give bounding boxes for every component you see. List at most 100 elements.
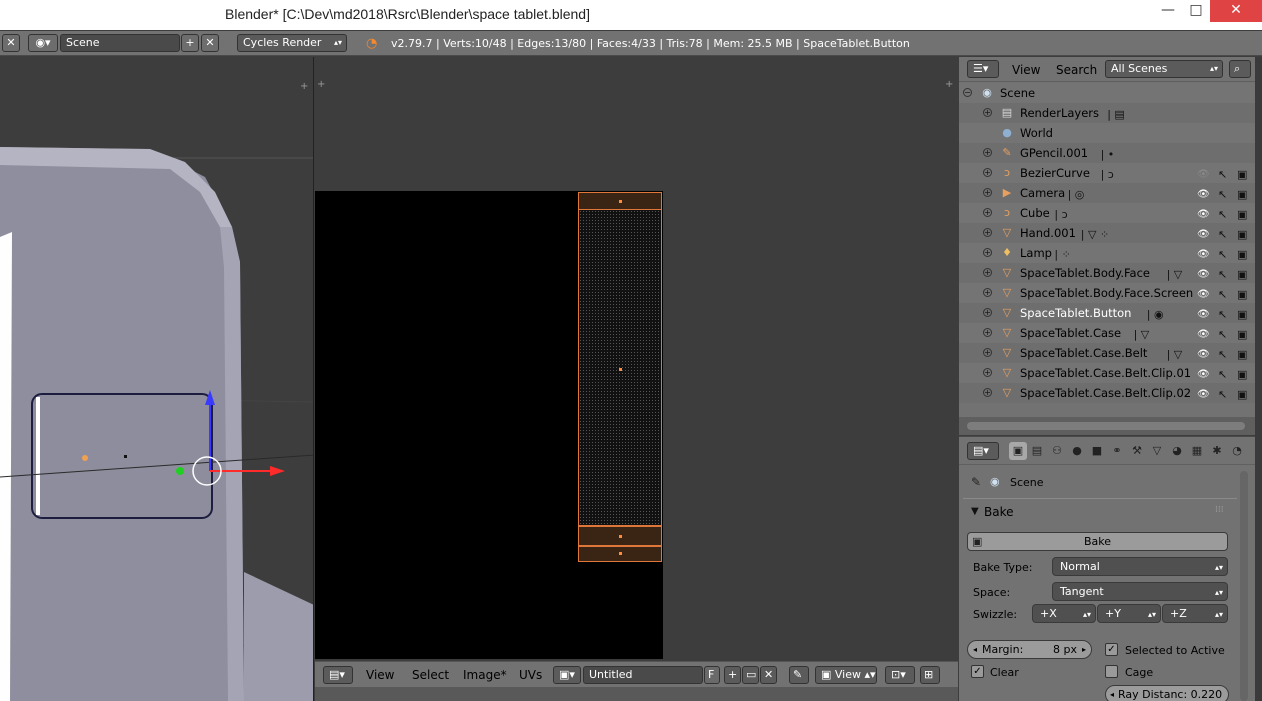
pin-icon[interactable]: ✎ xyxy=(789,666,809,684)
outliner-item[interactable]: + ♦ Lamp | ⁘ 👁 ↖ ▣ xyxy=(959,243,1255,263)
outliner-item[interactable]: + ▽ SpaceTablet.Button | ◉ 👁 ↖ ▣ xyxy=(959,303,1255,323)
expand-icon[interactable]: + xyxy=(983,368,992,377)
bake-type-select[interactable]: Normal ▴▾ xyxy=(1052,557,1228,576)
properties-editor-type-icon[interactable]: ▤▾ xyxy=(967,442,999,460)
expand-icon[interactable]: + xyxy=(983,328,992,337)
renderability-camera-icon[interactable]: ▣ xyxy=(1237,225,1247,245)
visibility-eye-icon[interactable]: 👁 xyxy=(1197,325,1210,345)
visibility-eye-icon[interactable]: 👁 xyxy=(1197,205,1210,225)
viewport-corner-widget[interactable]: + xyxy=(300,81,308,92)
renderability-camera-icon[interactable]: ▣ xyxy=(1237,265,1247,285)
expand-icon[interactable]: + xyxy=(983,188,992,197)
swizzle-z-select[interactable]: +Z ▴▾ xyxy=(1162,604,1228,623)
uv-corner-widget-right[interactable]: + xyxy=(945,79,953,90)
selectability-cursor-icon[interactable]: ↖ xyxy=(1218,385,1227,405)
visibility-eye-icon[interactable]: 👁 xyxy=(1197,305,1210,325)
expand-icon[interactable]: + xyxy=(983,228,992,237)
outliner-item[interactable]: + ↄ Cube | ↄ 👁 ↖ ▣ xyxy=(959,203,1255,223)
outliner-menu-search[interactable]: Search xyxy=(1056,63,1097,77)
add-scene-icon[interactable]: + xyxy=(181,34,199,52)
outliner-editor-type-icon[interactable]: ☰▾ xyxy=(967,60,999,78)
tab-constraints-icon[interactable]: ⚭ xyxy=(1108,442,1126,460)
collapse-icon[interactable]: − xyxy=(963,88,972,97)
outliner-item[interactable]: + ▽ SpaceTablet.Case.Belt | ▽ 👁 ↖ ▣ xyxy=(959,343,1255,363)
renderability-camera-icon[interactable]: ▣ xyxy=(1237,185,1247,205)
renderability-camera-icon[interactable]: ▣ xyxy=(1237,385,1247,405)
selectability-cursor-icon[interactable]: ↖ xyxy=(1218,165,1227,185)
outliner-item[interactable]: + ✎ GPencil.001 | • xyxy=(959,143,1255,163)
selectability-cursor-icon[interactable]: ↖ xyxy=(1218,205,1227,225)
tab-modifiers-icon[interactable]: ⚒ xyxy=(1128,442,1146,460)
new-image-icon[interactable]: + xyxy=(724,666,741,684)
visibility-eye-icon[interactable]: 👁 xyxy=(1197,185,1210,205)
outliner-item-data-icon[interactable]: | ▽ ⁘ xyxy=(1081,225,1109,245)
selectability-cursor-icon[interactable]: ↖ xyxy=(1218,365,1227,385)
renderability-camera-icon[interactable]: ▣ xyxy=(1237,345,1247,365)
expand-icon[interactable]: + xyxy=(983,388,992,397)
image-name-field[interactable]: Untitled xyxy=(583,666,703,684)
outliner-item[interactable]: − ◉ Scene xyxy=(959,83,1255,103)
editor-type-icon[interactable]: ▤▾ xyxy=(323,666,353,684)
selectability-cursor-icon[interactable]: ↖ xyxy=(1218,305,1227,325)
outliner-item[interactable]: + ▶ Camera | ◎ 👁 ↖ ▣ xyxy=(959,183,1255,203)
outliner-search-icon[interactable]: ⌕ xyxy=(1229,60,1251,78)
outliner-item-data-icon[interactable]: | ▽ xyxy=(1167,265,1183,285)
pivot-select-icon[interactable]: ⊡▾ xyxy=(885,666,915,684)
selectability-cursor-icon[interactable]: ↖ xyxy=(1218,245,1227,265)
selectability-cursor-icon[interactable]: ↖ xyxy=(1218,325,1227,345)
selectability-cursor-icon[interactable]: ↖ xyxy=(1218,185,1227,205)
outliner-item[interactable]: + ↄ BezierCurve | ↄ 👁 ↖ ▣ xyxy=(959,163,1255,183)
clear-checkbox[interactable]: ✓ xyxy=(971,665,984,678)
space-select[interactable]: Tangent ▴▾ xyxy=(1052,582,1228,601)
close-screen-icon[interactable]: ✕ xyxy=(2,34,20,52)
outliner-item-data-icon[interactable]: | ◉ xyxy=(1147,305,1164,325)
outliner-item-data-icon[interactable]: | ⁘ xyxy=(1054,245,1070,265)
expand-icon[interactable]: + xyxy=(983,348,992,357)
3d-viewport[interactable]: + xyxy=(0,57,314,701)
tab-scene-icon[interactable]: ⚇ xyxy=(1048,442,1066,460)
tab-texture-icon[interactable]: ▦ xyxy=(1188,442,1206,460)
outliner-item[interactable]: ● World xyxy=(959,123,1255,143)
cage-checkbox[interactable] xyxy=(1105,665,1118,678)
visibility-eye-icon[interactable]: 👁 xyxy=(1197,385,1210,405)
visibility-eye-icon[interactable]: 👁 xyxy=(1197,165,1210,185)
tab-physics-icon[interactable]: ◔ xyxy=(1228,442,1246,460)
tab-object-icon[interactable]: ■ xyxy=(1088,442,1106,460)
renderability-camera-icon[interactable]: ▣ xyxy=(1237,165,1247,185)
renderability-camera-icon[interactable]: ▣ xyxy=(1237,285,1247,305)
outliner-item[interactable]: + ▽ SpaceTablet.Body.Face | ▽ 👁 ↖ ▣ xyxy=(959,263,1255,283)
swizzle-y-select[interactable]: +Y ▴▾ xyxy=(1097,604,1161,623)
panel-collapse-icon[interactable]: ▼ xyxy=(971,506,979,517)
expand-icon[interactable]: + xyxy=(983,208,992,217)
scene-browse-icon[interactable]: ◉▾ xyxy=(28,34,58,52)
expand-icon[interactable]: + xyxy=(983,248,992,257)
outliner-item-data-icon[interactable]: | ◎ xyxy=(1068,185,1085,205)
render-engine-select[interactable]: Cycles Render ▴▾ xyxy=(237,34,347,52)
renderability-camera-icon[interactable]: ▣ xyxy=(1237,365,1247,385)
remove-scene-icon[interactable]: ✕ xyxy=(201,34,219,52)
view-mode-select[interactable]: ▣ View ▴▾ xyxy=(815,666,877,684)
tab-material-icon[interactable]: ◕ xyxy=(1168,442,1186,460)
image-browse-icon[interactable]: ▣▾ xyxy=(553,666,581,684)
menu-uvs[interactable]: UVs xyxy=(519,668,542,682)
expand-icon[interactable]: + xyxy=(983,268,992,277)
expand-icon[interactable]: + xyxy=(983,168,992,177)
menu-image[interactable]: Image* xyxy=(463,668,507,682)
outliner-item[interactable]: + ▽ SpaceTablet.Case | ▽ 👁 ↖ ▣ xyxy=(959,323,1255,343)
tab-data-icon[interactable]: ▽ xyxy=(1148,442,1166,460)
bake-panel-title[interactable]: Bake xyxy=(984,505,1014,519)
outliner-display-mode-select[interactable]: All Scenes ▴▾ xyxy=(1105,60,1223,78)
open-image-icon[interactable]: ▭ xyxy=(742,666,759,684)
sync-select-icon[interactable]: ⊞ xyxy=(920,666,940,684)
outliner-scrollbar-thumb[interactable] xyxy=(967,422,1245,430)
renderability-camera-icon[interactable]: ▣ xyxy=(1237,245,1247,265)
close-button[interactable]: ✕ xyxy=(1210,0,1262,22)
expand-icon[interactable]: + xyxy=(983,148,992,157)
pin-context-icon[interactable]: ✎ xyxy=(971,475,981,489)
margin-field[interactable]: ◂ Margin: 8 px ▸ xyxy=(967,640,1092,659)
scene-name-field[interactable]: Scene xyxy=(60,34,180,52)
visibility-eye-icon[interactable]: 👁 xyxy=(1197,365,1210,385)
outliner-scrollbar[interactable] xyxy=(959,417,1255,435)
visibility-eye-icon[interactable]: 👁 xyxy=(1197,345,1210,365)
uv-corner-widget[interactable]: + xyxy=(317,79,325,90)
